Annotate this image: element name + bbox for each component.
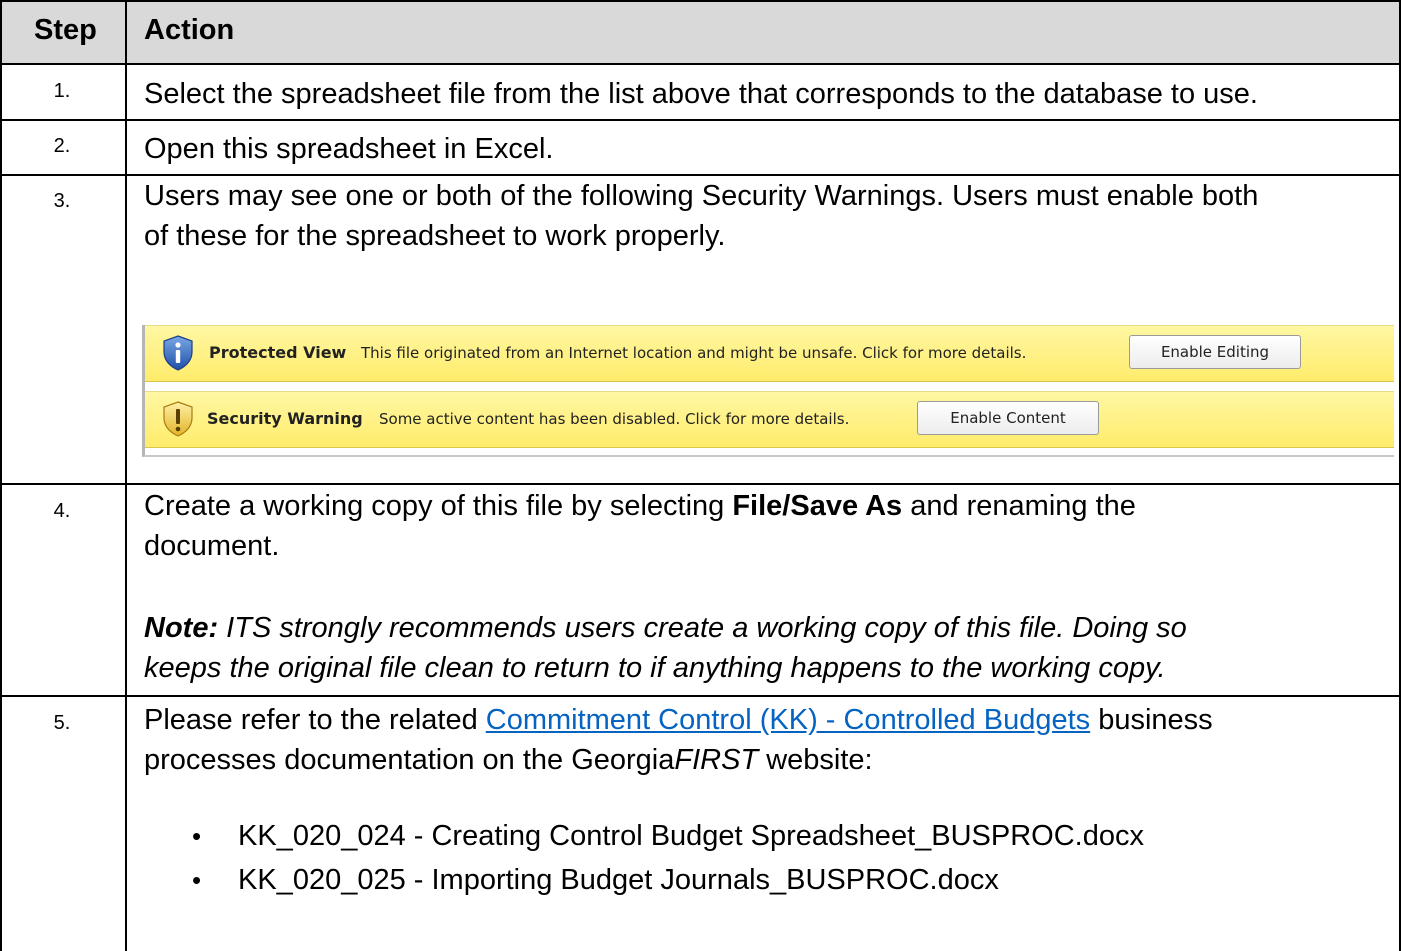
step-text-line: Please refer to the related Commitment C… <box>144 700 1384 740</box>
commitment-control-link[interactable]: Commitment Control (KK) - Controlled Bud… <box>486 704 1090 736</box>
excel-message-bars: Protected View This file originated from… <box>142 325 1394 457</box>
protected-view-title: Protected View <box>209 343 347 362</box>
note-label: Note: <box>144 612 219 644</box>
step-text: Please refer to the related Commitment C… <box>144 700 1384 902</box>
step-text: Users may see one or both of the followi… <box>144 176 1384 256</box>
document-list: KK_020_024 - Creating Control Budget Spr… <box>144 814 1384 902</box>
step-number: 2. <box>53 135 71 157</box>
step-text-line: Users may see one or both of the followi… <box>144 180 1259 212</box>
security-warning-bar: Security Warning Some active content has… <box>145 391 1394 448</box>
step-text: Open this spreadsheet in Excel. <box>144 133 554 165</box>
text-run: Please refer to the related <box>144 704 486 736</box>
text-run: Create a working copy of this file by se… <box>144 490 733 522</box>
header-action: Action <box>144 14 235 46</box>
step-text-line: of these for the spreadsheet to work pro… <box>144 220 726 252</box>
step-text: Select the spreadsheet file from the lis… <box>144 78 1258 110</box>
protected-view-message[interactable]: This file originated from an Internet lo… <box>361 344 1026 362</box>
security-warning-title: Security Warning <box>207 409 363 428</box>
text-run: processes documentation on the Georgia <box>144 744 675 776</box>
note-line: keeps the original file clean to return … <box>144 652 1166 684</box>
text-run: website: <box>758 744 873 776</box>
step-number: 1. <box>53 80 71 102</box>
row-divider <box>0 695 1401 697</box>
step-text: Create a working copy of this file by se… <box>144 486 1384 688</box>
step-number: 4. <box>53 500 71 522</box>
row-divider <box>0 119 1401 121</box>
protected-view-bar: Protected View This file originated from… <box>145 325 1394 382</box>
text-run: business <box>1090 704 1213 736</box>
list-item: KK_020_025 - Importing Budget Journals_B… <box>144 858 1384 902</box>
row-divider <box>0 483 1401 485</box>
step-text-line: Create a working copy of this file by se… <box>144 486 1384 526</box>
column-divider <box>125 0 127 951</box>
security-warning-message[interactable]: Some active content has been disabled. C… <box>379 410 849 428</box>
row-divider <box>0 63 1401 65</box>
text-run: and renaming the <box>902 490 1136 522</box>
list-item: KK_020_024 - Creating Control Budget Spr… <box>144 814 1384 858</box>
enable-editing-button[interactable]: Enable Editing <box>1129 335 1301 369</box>
warning-shield-icon <box>163 401 193 437</box>
note-line: Note: ITS strongly recommends users crea… <box>144 608 1384 648</box>
step-number: 3. <box>53 190 71 212</box>
enable-content-button[interactable]: Enable Content <box>917 401 1099 435</box>
step-number: 5. <box>53 712 71 734</box>
border-top <box>0 0 1401 2</box>
header-step: Step <box>34 14 97 46</box>
step-text-line: document. <box>144 530 280 562</box>
text-run: ITS strongly recommends users create a w… <box>218 612 1187 644</box>
step-text-line: processes documentation on the GeorgiaFI… <box>144 740 1384 780</box>
text-run: FIRST <box>674 744 759 776</box>
procedure-table: Step Action 1. Select the spreadsheet fi… <box>0 0 1401 951</box>
info-shield-icon <box>163 335 193 371</box>
menu-path: File/Save As <box>732 490 903 522</box>
